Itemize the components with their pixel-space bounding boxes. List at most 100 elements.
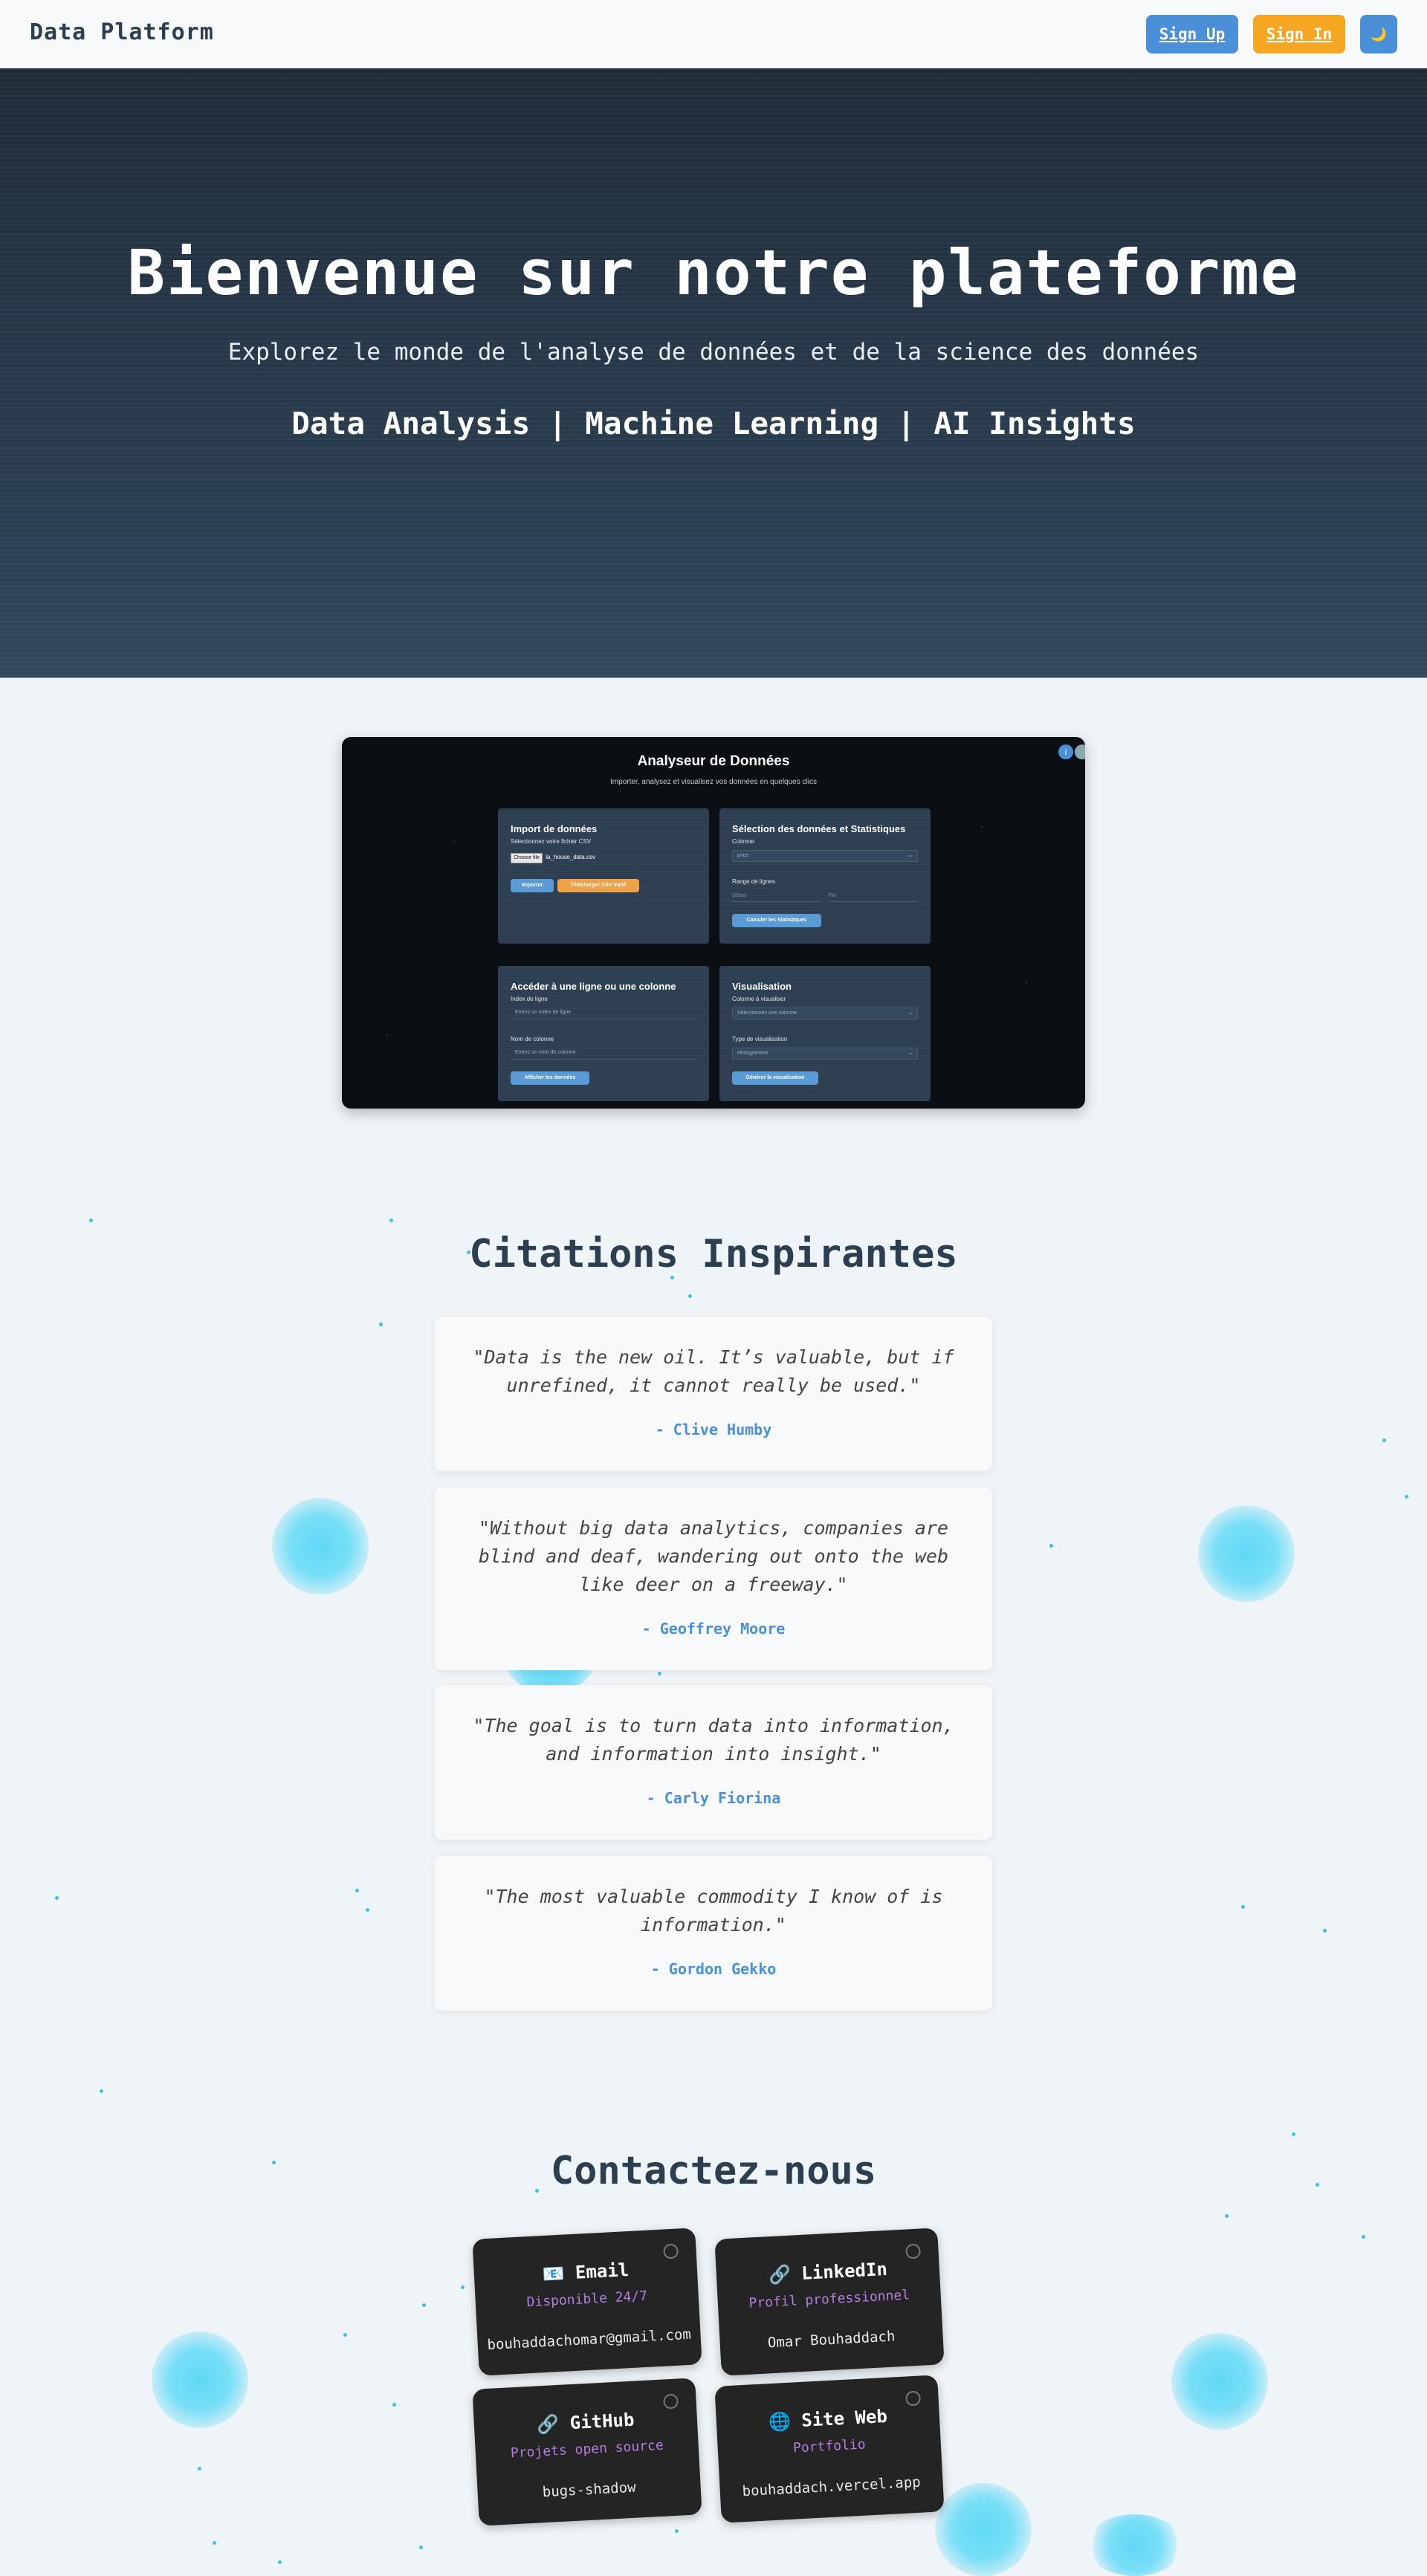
contact-card-subtitle: Profil professionnel <box>748 2287 910 2311</box>
visual-column-select[interactable]: Sélectionnez une colonne ⌄ <box>732 1008 918 1019</box>
visual-type-label: Type de visualisation <box>732 1036 788 1042</box>
range-end-placeholder: Fin <box>829 893 836 898</box>
decorative-dot <box>89 1219 93 1222</box>
quotes-section-title: Citations Inspirantes <box>469 1232 958 1276</box>
file-input[interactable]: Choose file la_house_data.csv <box>511 851 595 863</box>
compute-stats-button[interactable]: Calculer les Statistiques <box>732 914 821 927</box>
file-label: Sélectionnez votre fichier CSV <box>511 838 592 845</box>
decorative-dot <box>461 2285 465 2289</box>
decorative-dot <box>213 2541 216 2545</box>
access-row-column-card: Accéder à une ligne ou une colonne Index… <box>498 966 709 1101</box>
contact-card-website[interactable]: 🌐 Site Web Portfolio bouhaddach.vercel.a… <box>714 2375 945 2523</box>
decorative-dot <box>1225 2214 1229 2218</box>
quote-author: - Gordon Gekko <box>650 1960 777 1978</box>
decorative-dot <box>1241 1905 1245 1909</box>
background-star <box>981 826 983 828</box>
hero-title: Bienvenue sur notre plateforme <box>127 236 1300 309</box>
row-index-input[interactable]: Entrez un index de ligne <box>511 1008 696 1019</box>
column-name-label: Nom de colonne <box>511 1036 554 1042</box>
column-name-placeholder: Entrez un nom de colonne <box>515 1050 576 1055</box>
decorative-dot <box>675 2529 679 2533</box>
analyzer-title: Analyseur de Données <box>637 753 790 769</box>
decorative-bubble <box>1087 2514 1183 2576</box>
row-index-label: Index de ligne <box>511 996 548 1002</box>
chevron-down-icon: ⌄ <box>908 1051 913 1056</box>
quote-text: "The goal is to turn data into informati… <box>473 1715 954 1765</box>
contact-card-linkedin[interactable]: 🔗 LinkedIn Profil professionnel Omar Bou… <box>714 2228 945 2376</box>
contact-card-value[interactable]: bugs-shadow <box>477 2476 701 2504</box>
decorative-dot <box>198 2467 201 2470</box>
column-name-input[interactable]: Entrez un nom de colonne <box>511 1048 696 1060</box>
contact-card-title: GitHub <box>569 2409 635 2434</box>
sign-in-button[interactable]: Sign In <box>1253 15 1345 53</box>
moon-icon: 🌙 <box>1370 26 1388 42</box>
decorative-dot <box>1382 1438 1386 1442</box>
download-csv-button[interactable]: Télécharger CSV traité <box>557 879 639 892</box>
decorative-dot <box>100 2089 103 2093</box>
hero-subtitle: Explorez le monde de l'analyse de donnée… <box>227 339 1200 366</box>
show-data-button[interactable]: Afficher les données <box>511 1071 589 1085</box>
decorative-dot <box>343 2333 347 2337</box>
selection-stats-card: Sélection des données et Statistiques Co… <box>719 808 931 944</box>
generate-visual-button[interactable]: Générer la visualisation <box>732 1071 818 1085</box>
range-start-input[interactable]: Début <box>732 890 821 902</box>
link-icon: 🔗 <box>768 2263 792 2286</box>
choose-file-button[interactable]: Choose file <box>511 853 543 863</box>
quote-text: "Data is the new oil. It’s valuable, but… <box>473 1346 954 1396</box>
quote-author: - Clive Humby <box>655 1421 772 1438</box>
quote-card: "The most valuable commodity I know of i… <box>435 1856 992 2011</box>
quote-text: "The most valuable commodity I know of i… <box>484 1886 943 1936</box>
quote-author: - Carly Fiorina <box>646 1789 781 1807</box>
decorative-dot <box>419 2546 423 2549</box>
import-button[interactable]: Importer <box>511 879 554 892</box>
decorative-dot <box>392 2403 396 2407</box>
contact-card-github[interactable]: 🔗 GitHub Projets open source bugs-shadow <box>472 2378 702 2526</box>
contact-card-subtitle: Disponible 24/7 <box>526 2288 648 2311</box>
decorative-dot <box>1405 1495 1408 1499</box>
contact-card-value[interactable]: bouhaddachomar@gmail.com <box>477 2326 701 2354</box>
decorative-dot <box>1049 1544 1053 1548</box>
visual-column-label: Colonne à visualiser <box>732 996 786 1002</box>
data-analyzer-preview: i Analyseur de Données Importer, analyse… <box>342 737 1085 1109</box>
decorative-dot <box>366 1908 369 1912</box>
quote-card: "Without big data analytics, companies a… <box>435 1487 992 1670</box>
column-select-value: price <box>737 853 749 858</box>
brand-logo-text[interactable]: Data Platform <box>30 19 214 45</box>
column-select[interactable]: price ⌄ <box>732 850 918 862</box>
link-icon: 🔗 <box>536 2413 560 2436</box>
background-star <box>386 1034 388 1036</box>
contact-card-email[interactable]: 📧 Email Disponible 24/7 bouhaddachomar@g… <box>472 2228 702 2376</box>
chevron-down-icon: ⌄ <box>908 853 913 858</box>
quote-card: "Data is the new oil. It’s valuable, but… <box>435 1317 992 1471</box>
contact-card-value[interactable]: bouhaddach.vercel.app <box>719 2473 943 2501</box>
visual-type-value: Histogramme <box>737 1051 768 1056</box>
decorative-dot <box>278 2560 282 2564</box>
contact-card-title: Site Web <box>800 2405 888 2431</box>
quote-author: - Geoffrey Moore <box>641 1620 786 1638</box>
contact-card-title: Email <box>575 2259 630 2283</box>
theme-toggle-button[interactable]: 🌙 <box>1360 15 1397 53</box>
decorative-dot <box>1292 2132 1295 2136</box>
visual-column-value: Sélectionnez une colonne <box>737 1010 797 1016</box>
sign-up-button[interactable]: Sign Up <box>1146 15 1238 53</box>
decorative-dot <box>1362 2235 1365 2239</box>
decorative-dot <box>688 1294 692 1298</box>
file-name: la_house_data.csv <box>546 854 595 860</box>
decorative-dot <box>422 2303 426 2307</box>
row-index-placeholder: Entrez un index de ligne <box>515 1010 572 1015</box>
visual-type-select[interactable]: Histogramme ⌄ <box>732 1048 918 1060</box>
decorative-dot <box>658 1672 661 1675</box>
contact-card-subtitle: Projets open source <box>510 2437 664 2462</box>
range-end-input[interactable]: Fin <box>829 890 918 902</box>
email-icon: 📧 <box>541 2262 566 2285</box>
visualisation-card: Visualisation Colonne à visualiser Sélec… <box>719 966 931 1101</box>
range-label: Range de lignes <box>732 878 775 885</box>
quote-text: "Without big data analytics, companies a… <box>478 1517 949 1595</box>
contact-card-value[interactable]: Omar Bouhaddach <box>719 2326 943 2354</box>
decorative-bubble <box>1171 2333 1268 2430</box>
contact-card-title: LinkedIn <box>800 2258 888 2284</box>
hero-tagline: Data Analysis | Machine Learning | AI In… <box>291 406 1136 441</box>
decorative-bubble <box>935 2483 1032 2576</box>
visual-card-title: Visualisation <box>732 981 792 992</box>
selection-card-title: Sélection des données et Statistiques <box>732 823 906 834</box>
